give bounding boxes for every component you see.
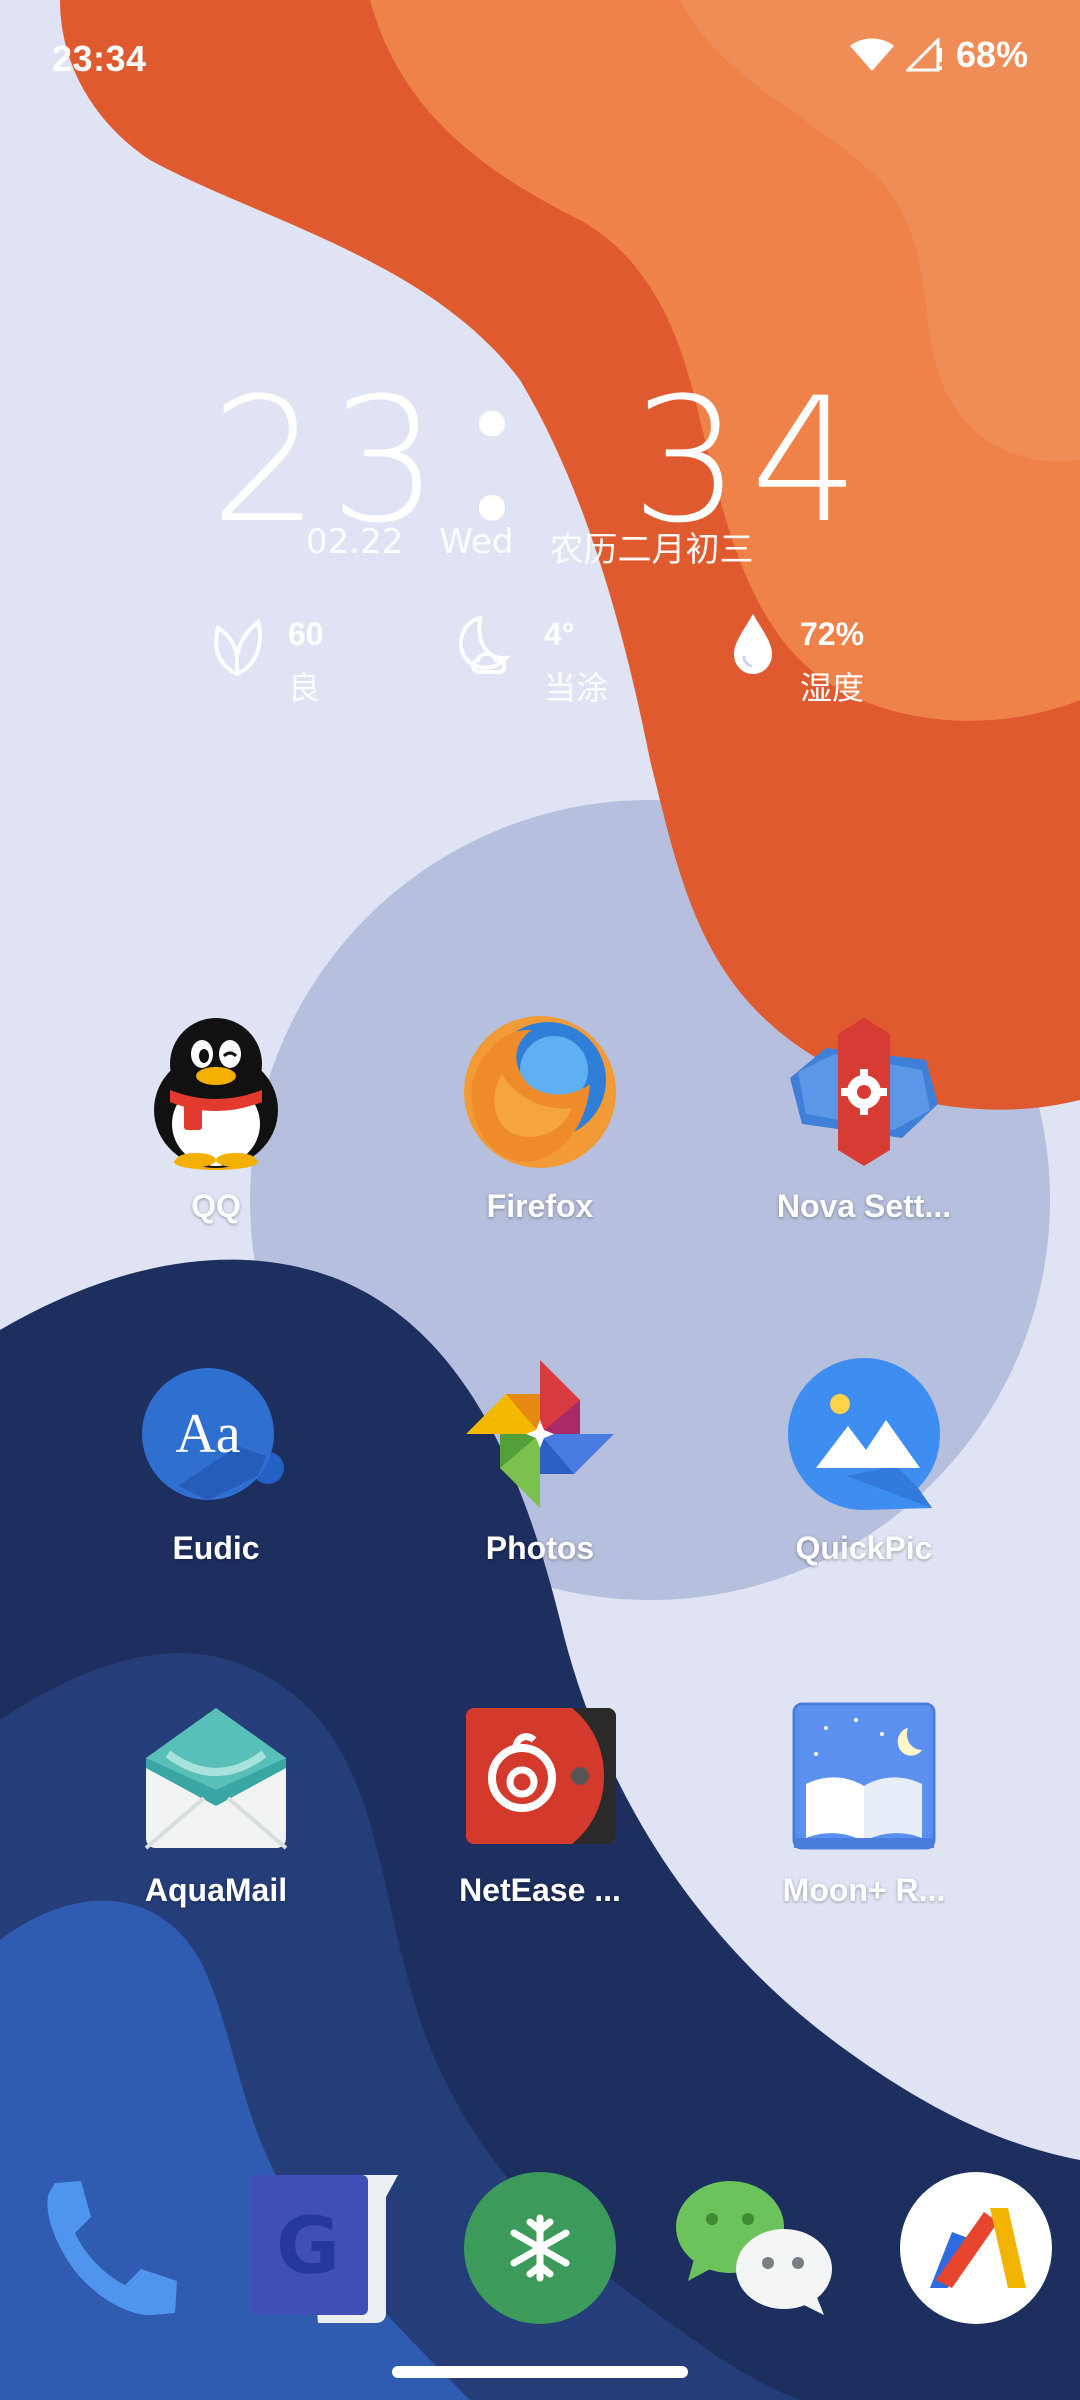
quickpic-icon <box>784 1354 944 1514</box>
app-nova-settings[interactable]: Nova Sett... <box>734 1012 994 1225</box>
dock-action-launcher[interactable] <box>896 2170 1056 2330</box>
app-moon-reader[interactable]: Moon+ R... <box>734 1696 994 1909</box>
widget-date: 02.22 <box>306 522 404 562</box>
app-label: NetEase ... <box>459 1872 621 1908</box>
app-qq[interactable]: QQ <box>86 1012 346 1225</box>
app-eudic[interactable]: Aa Eudic <box>86 1354 346 1567</box>
app-firefox[interactable]: Firefox <box>410 1012 670 1225</box>
snowflake-icon <box>464 2171 616 2329</box>
app-aquamail[interactable]: AquaMail <box>86 1696 346 1909</box>
app-label: Nova Sett... <box>776 1188 952 1224</box>
status-time: 23:34 <box>52 38 147 79</box>
phone-icon <box>35 2173 185 2328</box>
air-quality: 60 良 <box>210 610 324 704</box>
city-label: 当涂 <box>544 669 609 707</box>
app-label: AquaMail <box>144 1872 288 1908</box>
photos-pinwheel-icon <box>460 1354 620 1514</box>
weather-widget[interactable]: 60 良 4° 当涂 72% 湿度 <box>0 610 1080 720</box>
app-label: Firefox <box>486 1188 594 1224</box>
app-label: Eudic <box>172 1530 260 1566</box>
app-label: Moon+ R... <box>782 1872 946 1908</box>
dock-google-translate[interactable]: G <box>246 2170 406 2330</box>
app-label: QQ <box>191 1188 241 1224</box>
humidity-value: 72% <box>800 616 865 652</box>
widget-weekday: Wed <box>439 522 514 562</box>
gesture-nav-handle[interactable] <box>392 2366 688 2378</box>
clock-widget-date-row[interactable]: 02.22 Wed 农历二月初三 <box>306 522 753 571</box>
temperature: 4° 当涂 <box>450 610 608 704</box>
aqi-label: 良 <box>288 669 321 707</box>
home-screen: 23:34 68% 23：34 02.22 Wed 农历二月初三 60 良 4°… <box>0 0 1080 2400</box>
wechat-icon <box>674 2173 834 2328</box>
moon-reader-icon <box>784 1696 944 1856</box>
svg-text:Aa: Aa <box>175 1403 240 1465</box>
humidity: 72% 湿度 <box>730 610 864 704</box>
app-label: QuickPic <box>795 1530 933 1566</box>
app-label: Photos <box>485 1530 595 1566</box>
leaf-icon <box>210 610 264 681</box>
cell-signal-icon <box>905 38 944 72</box>
dock-wechat[interactable] <box>674 2170 834 2330</box>
wifi-icon <box>849 38 894 72</box>
aquamail-envelope-icon <box>136 1696 296 1856</box>
qq-penguin-icon <box>136 1012 296 1172</box>
svg-text:G: G <box>276 2202 340 2292</box>
firefox-icon <box>460 1012 620 1172</box>
water-drop-icon <box>730 610 776 681</box>
aqi-value: 60 <box>288 616 324 652</box>
netease-music-icon <box>460 1696 620 1856</box>
dock-phone[interactable] <box>30 2170 190 2330</box>
dock-snowflake-app[interactable] <box>460 2170 620 2330</box>
eudic-icon: Aa <box>136 1354 296 1514</box>
status-icons: 68% <box>849 34 1028 76</box>
widget-lunar-date: 农历二月初三 <box>549 530 754 570</box>
google-translate-icon: G <box>246 2173 406 2328</box>
humidity-label: 湿度 <box>800 669 865 707</box>
nova-settings-icon <box>784 1012 944 1172</box>
battery-percent: 68% <box>955 34 1028 75</box>
moon-cloud-icon <box>450 610 520 681</box>
action-launcher-icon <box>900 2171 1052 2329</box>
status-bar: 23:34 68% <box>0 0 1080 120</box>
app-netease-music[interactable]: NetEase ... <box>410 1696 670 1909</box>
app-photos[interactable]: Photos <box>410 1354 670 1567</box>
temperature-value: 4° <box>544 616 575 652</box>
app-quickpic[interactable]: QuickPic <box>734 1354 994 1567</box>
